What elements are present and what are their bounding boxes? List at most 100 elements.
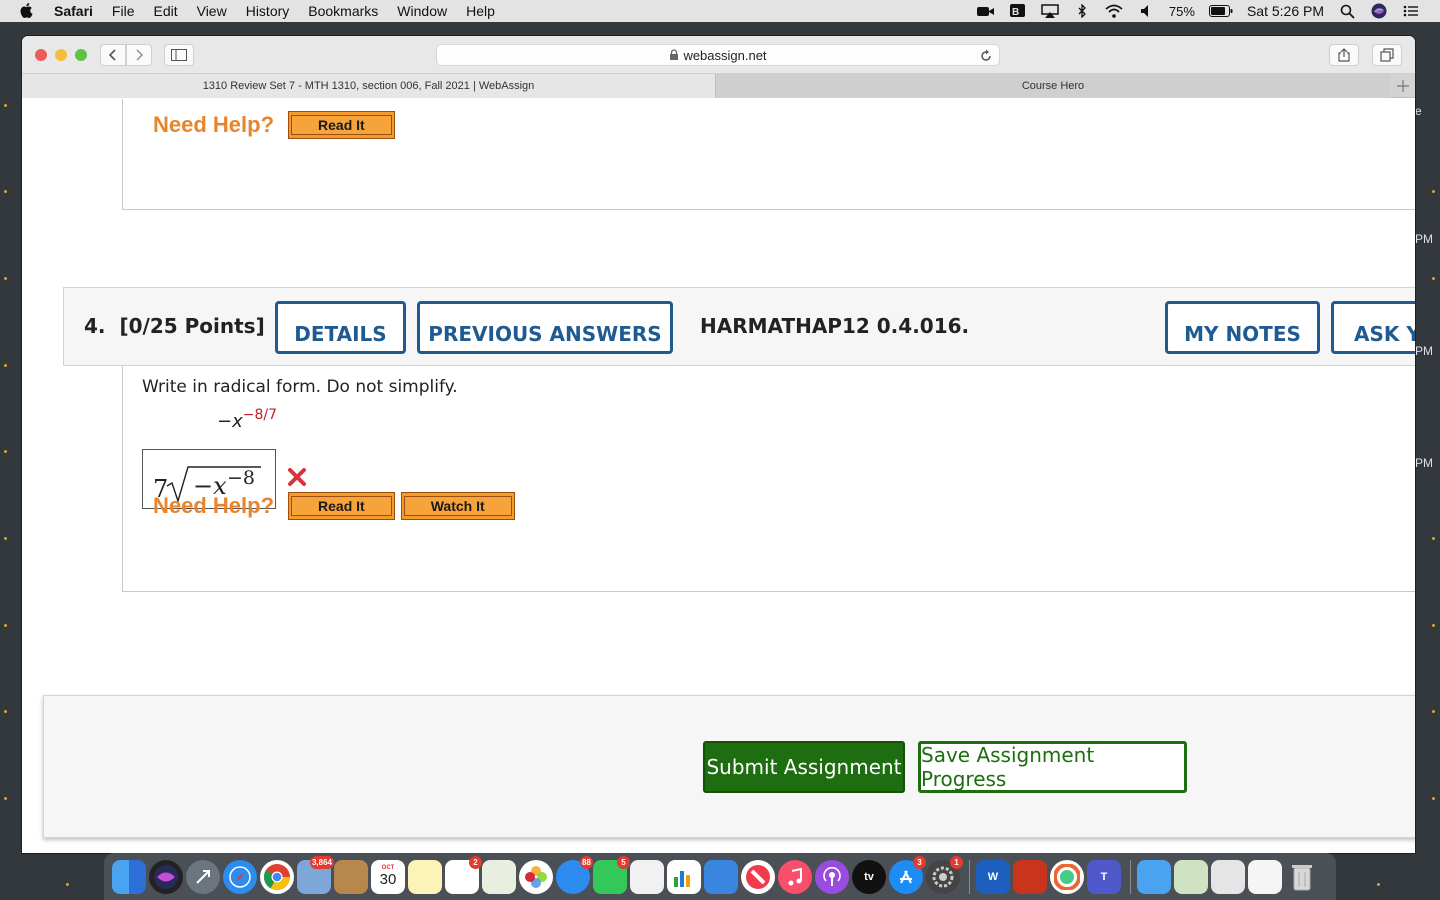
- minimize-window-button[interactable]: [55, 49, 67, 61]
- sidebar-toggle-button[interactable]: [164, 44, 194, 66]
- menu-file[interactable]: File: [112, 3, 135, 19]
- previous-need-help-row: Need Help? Read It: [153, 111, 401, 139]
- close-window-button[interactable]: [35, 49, 47, 61]
- airplay-icon[interactable]: [1041, 4, 1059, 18]
- share-button[interactable]: [1329, 44, 1359, 66]
- tab-bar: 1310 Review Set 7 - MTH 1310, section 00…: [22, 74, 1415, 98]
- safari-icon[interactable]: [223, 859, 257, 894]
- question-expression: −x−8/7: [217, 407, 277, 432]
- wallpaper-dot: [1432, 537, 1435, 540]
- podcasts-icon[interactable]: [815, 859, 849, 894]
- need-help-label: Need Help?: [153, 493, 275, 518]
- apple-tv-icon[interactable]: tv: [852, 859, 886, 894]
- menu-window[interactable]: Window: [397, 3, 447, 19]
- my-notes-button[interactable]: MY NOTES: [1165, 301, 1320, 354]
- music-icon[interactable]: [778, 859, 812, 894]
- question-header: 4. [0/25 Points] DETAILS PREVIOUS ANSWER…: [63, 287, 1415, 366]
- forward-button[interactable]: [126, 44, 152, 66]
- documents-stack-icon[interactable]: [1211, 859, 1245, 894]
- numbers-icon[interactable]: [667, 859, 701, 894]
- read-it-button[interactable]: Read It: [288, 492, 395, 520]
- address-text: webassign.net: [683, 47, 767, 63]
- background-window-fragment: PM: [1415, 344, 1433, 358]
- notes-icon[interactable]: [408, 859, 442, 894]
- save-assignment-progress-button[interactable]: Save Assignment Progress: [918, 741, 1187, 793]
- maps-icon[interactable]: [482, 859, 516, 894]
- dock-separator: [969, 859, 970, 894]
- mail-icon[interactable]: 3,864: [297, 855, 334, 894]
- control-center-icon[interactable]: [1402, 4, 1420, 18]
- watch-it-button[interactable]: Watch It: [400, 492, 515, 520]
- read-it-button[interactable]: Read It: [288, 111, 395, 139]
- dock: 3,864 OCT 30 2 88 5 tv 3 1 W T: [104, 853, 1336, 900]
- downloads-folder-icon[interactable]: [1174, 859, 1208, 894]
- question-number: 4. [0/25 Points]: [84, 314, 265, 338]
- apple-icon[interactable]: [20, 3, 36, 19]
- menu-help[interactable]: Help: [466, 3, 495, 19]
- ask-your-teacher-button[interactable]: ASK YO: [1331, 301, 1415, 354]
- color-picker-icon[interactable]: [1050, 859, 1084, 894]
- facetime-icon[interactable]: 5: [593, 855, 630, 894]
- background-window-fragment: PM: [1415, 232, 1433, 246]
- word-icon[interactable]: W: [976, 859, 1010, 894]
- menu-app-name[interactable]: Safari: [54, 3, 93, 19]
- facetime-badge: 5: [617, 855, 630, 869]
- need-help-label: Need Help?: [153, 112, 275, 137]
- calendar-icon[interactable]: OCT 30: [371, 859, 405, 894]
- wifi-icon[interactable]: [1105, 4, 1123, 18]
- battery-percentage: 75%: [1168, 3, 1195, 19]
- wallpaper-dot: [4, 624, 7, 627]
- details-button[interactable]: DETAILS: [275, 301, 406, 354]
- facetime-camera-icon[interactable]: [976, 4, 995, 18]
- siri-icon[interactable]: [1370, 3, 1388, 19]
- reload-icon[interactable]: [979, 49, 993, 63]
- launchpad-icon[interactable]: [186, 859, 220, 894]
- watch-it-label: Watch It: [403, 496, 512, 516]
- read-it-label: Read It: [291, 496, 392, 516]
- menu-history[interactable]: History: [246, 3, 290, 19]
- app-store-icon[interactable]: 3: [889, 855, 926, 894]
- new-tab-button[interactable]: [1390, 74, 1415, 98]
- bluetooth-device-icon[interactable]: B: [1009, 4, 1027, 18]
- battery-icon[interactable]: [1208, 4, 1233, 18]
- wallpaper-dot: [4, 364, 7, 367]
- fullscreen-window-button[interactable]: [75, 49, 87, 61]
- contacts-icon[interactable]: [334, 859, 368, 894]
- photos-icon[interactable]: [519, 859, 553, 894]
- background-window-fragment: e: [1415, 104, 1422, 118]
- system-preferences-icon[interactable]: 1: [926, 855, 963, 894]
- wallpaper-dot: [4, 190, 7, 193]
- wallpaper-dot: [4, 277, 7, 280]
- clock[interactable]: Sat 5:26 PM: [1247, 3, 1324, 19]
- tab-course-hero[interactable]: Course Hero: [716, 74, 1390, 98]
- teams-icon[interactable]: T: [1087, 859, 1121, 894]
- chrome-icon[interactable]: [260, 859, 294, 894]
- tab-overview-button[interactable]: [1372, 44, 1402, 66]
- reminders-icon[interactable]: 2: [445, 855, 482, 894]
- wallpaper-dot: [1377, 883, 1380, 886]
- wallpaper-dot: [1432, 277, 1435, 280]
- tab-webassign[interactable]: 1310 Review Set 7 - MTH 1310, section 00…: [22, 74, 716, 98]
- wallpaper-dot: [4, 104, 7, 107]
- screenshots-stack-icon[interactable]: [1248, 859, 1282, 894]
- menu-view[interactable]: View: [197, 3, 227, 19]
- pages-icon[interactable]: [630, 859, 664, 894]
- volume-icon[interactable]: [1137, 4, 1155, 18]
- submit-assignment-button[interactable]: Submit Assignment: [703, 741, 905, 793]
- back-button[interactable]: [100, 44, 126, 66]
- finder-icon[interactable]: [112, 859, 146, 894]
- previous-answers-button[interactable]: PREVIOUS ANSWERS: [417, 301, 673, 354]
- menu-bookmarks[interactable]: Bookmarks: [308, 3, 378, 19]
- menu-edit[interactable]: Edit: [153, 3, 177, 19]
- address-bar[interactable]: webassign.net: [436, 44, 1000, 66]
- applications-folder-icon[interactable]: [1137, 859, 1171, 894]
- news-icon[interactable]: [741, 859, 775, 894]
- keynote-icon[interactable]: [704, 859, 738, 894]
- siri-icon[interactable]: [149, 859, 183, 894]
- spotlight-icon[interactable]: [1338, 4, 1356, 19]
- trash-icon[interactable]: [1285, 860, 1319, 894]
- bluetooth-icon[interactable]: [1073, 4, 1091, 18]
- powerpoint-icon[interactable]: [1013, 859, 1047, 894]
- messages-icon[interactable]: 88: [556, 855, 593, 894]
- sidebar-icon: [171, 49, 187, 61]
